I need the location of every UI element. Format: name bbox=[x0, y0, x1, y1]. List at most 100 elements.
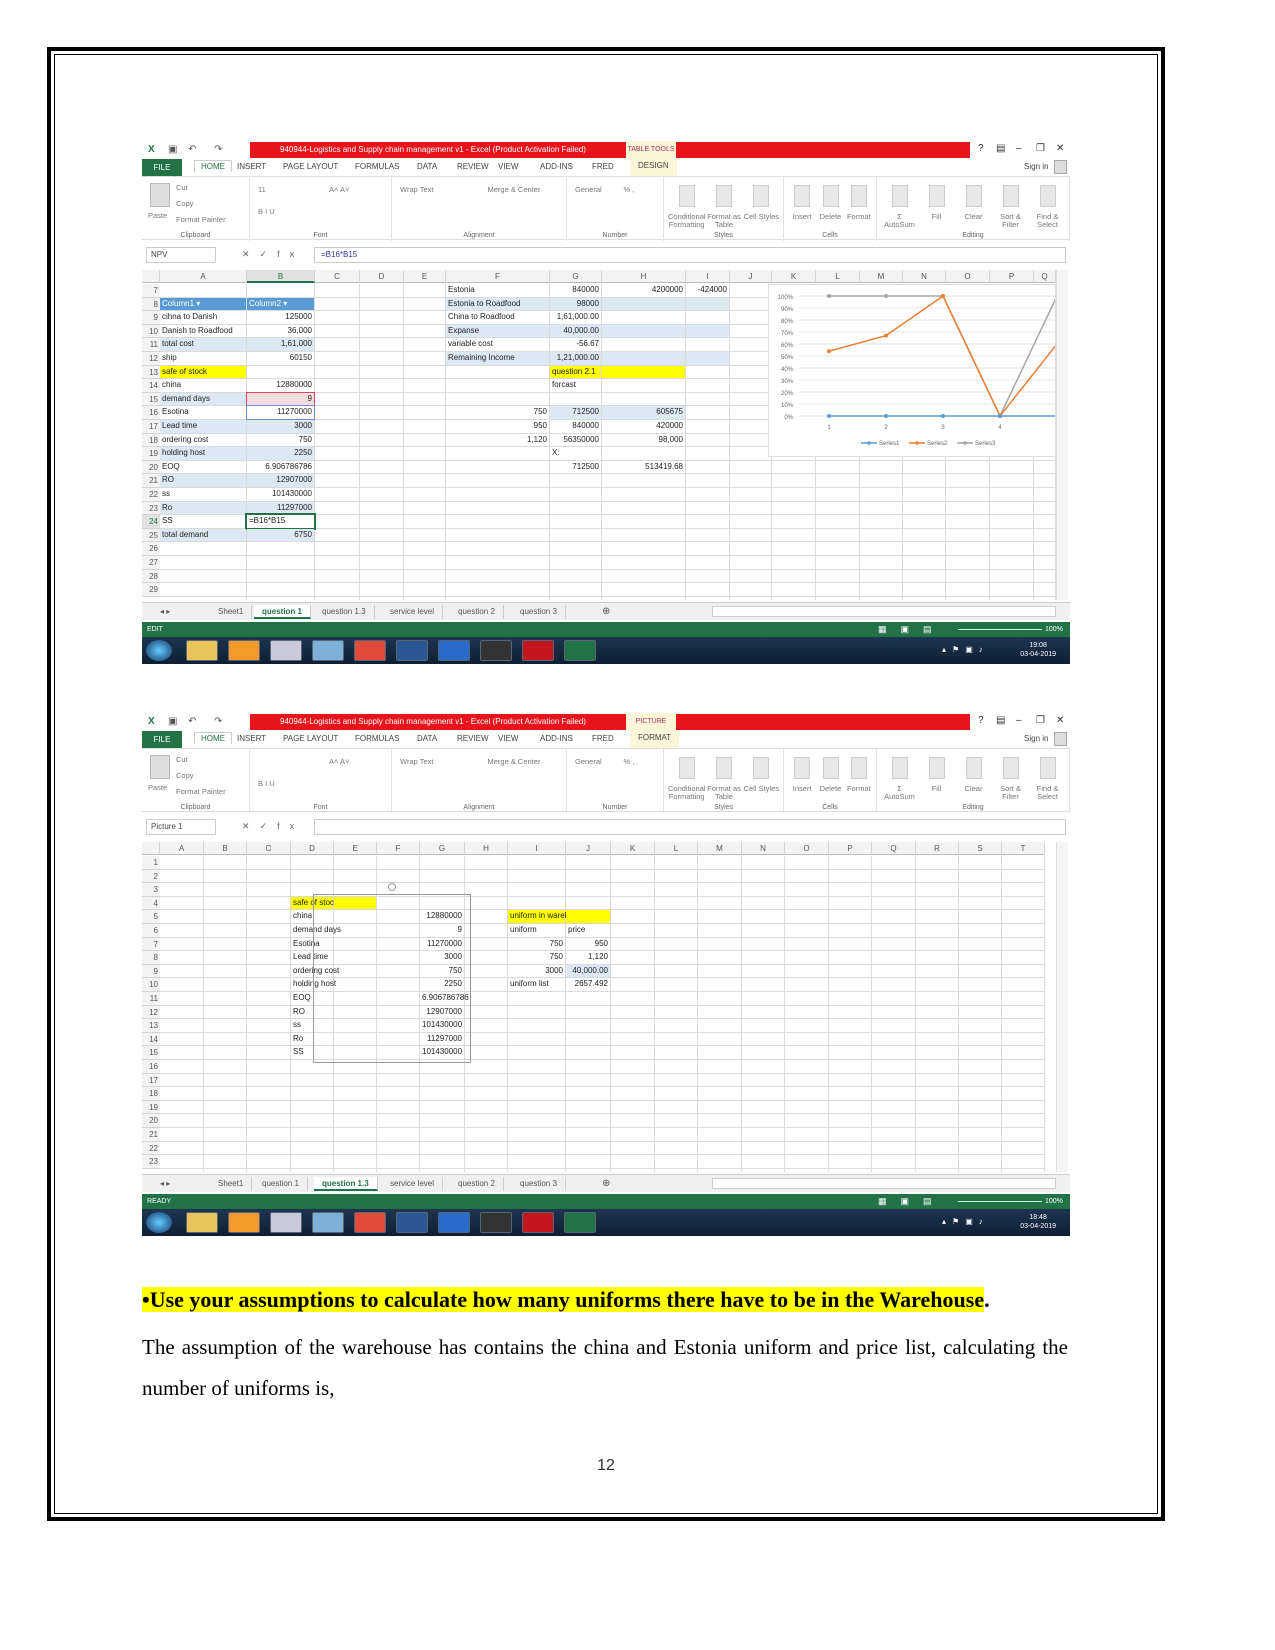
ribbon-button[interactable]: Cut bbox=[176, 755, 188, 764]
restore-icon[interactable]: ❐ bbox=[1036, 143, 1045, 154]
undo-icon[interactable]: ↶ bbox=[188, 716, 196, 727]
row-header-14[interactable]: 14 bbox=[142, 379, 160, 393]
cell-A20[interactable]: EOQ bbox=[160, 461, 246, 474]
cell-I10[interactable]: uniform list bbox=[508, 978, 565, 991]
cell-A17[interactable]: Lead time bbox=[160, 420, 246, 433]
vertical-scrollbar[interactable] bbox=[1056, 842, 1068, 1172]
ribbon-display-icon[interactable]: ▤ bbox=[996, 143, 1005, 154]
column-header-H[interactable]: H bbox=[465, 842, 508, 855]
select-all-corner[interactable] bbox=[142, 270, 160, 283]
ribbon-button[interactable]: Find & Select bbox=[1029, 213, 1066, 229]
cell-G13[interactable]: question 2.1 bbox=[550, 365, 601, 379]
ribbon-button[interactable]: Format as Table bbox=[705, 213, 742, 229]
row-header-3[interactable]: 3 bbox=[142, 883, 160, 897]
row-header-1[interactable]: 1 bbox=[142, 856, 160, 870]
column-header-O[interactable]: O bbox=[946, 270, 990, 283]
file-explorer-icon[interactable] bbox=[186, 1212, 218, 1233]
zoom-slider[interactable] bbox=[958, 1201, 1042, 1202]
ribbon-button[interactable]: Conditional Formatting bbox=[668, 213, 706, 229]
cell-A23[interactable]: Ro bbox=[160, 501, 246, 515]
tab-insert[interactable]: INSERT bbox=[237, 162, 266, 171]
cell-G7[interactable]: 840000 bbox=[550, 284, 601, 297]
media-player-icon[interactable] bbox=[228, 1212, 260, 1233]
ribbon-button[interactable]: Format bbox=[845, 213, 873, 221]
add-sheet-icon[interactable]: ⊕ bbox=[594, 1177, 618, 1191]
row-header-19[interactable]: 19 bbox=[142, 447, 160, 461]
column-header-M[interactable]: M bbox=[698, 842, 742, 855]
k7-antivirus-icon[interactable] bbox=[480, 1212, 512, 1233]
cell-A12[interactable]: ship bbox=[160, 352, 246, 365]
cell-F9[interactable]: China to Roadfood bbox=[446, 311, 549, 324]
row-header-16[interactable]: 16 bbox=[142, 406, 160, 420]
column-header-I[interactable]: I bbox=[508, 842, 566, 855]
minimize-icon[interactable]: – bbox=[1016, 143, 1022, 154]
name-box[interactable]: Picture 1 bbox=[146, 819, 216, 835]
cell-B14[interactable]: 12880000 bbox=[247, 379, 314, 392]
cell-F12[interactable]: Remaining Income bbox=[446, 352, 549, 365]
column-header-Q[interactable]: Q bbox=[1034, 270, 1056, 283]
ribbon-button[interactable]: Wrap Text bbox=[400, 185, 434, 194]
column-header-A[interactable]: A bbox=[160, 842, 204, 855]
line-chart[interactable]: 0% 10% 20% 30% 40% 50% 60% 70% 80% 90% 100% 1 2 3 4 Ser… bbox=[768, 284, 1056, 457]
row-header-9[interactable]: 9 bbox=[142, 311, 160, 325]
cell-A24[interactable]: SS bbox=[160, 515, 246, 528]
column-header-D[interactable]: D bbox=[291, 842, 334, 855]
row-header-17[interactable]: 17 bbox=[142, 420, 160, 434]
tab-view[interactable]: VIEW bbox=[498, 162, 518, 171]
ribbon-button[interactable]: Paste bbox=[148, 783, 167, 792]
ribbon-button[interactable]: A˄ A˅ bbox=[329, 185, 349, 194]
row-header-10[interactable]: 10 bbox=[142, 978, 160, 992]
word-icon[interactable] bbox=[396, 640, 428, 661]
cell-G12[interactable]: 1,21,000.00 bbox=[550, 352, 601, 365]
column-header-N[interactable]: N bbox=[903, 270, 946, 283]
column-header-G[interactable]: G bbox=[550, 270, 602, 283]
paint-icon[interactable] bbox=[270, 640, 302, 661]
ribbon-button[interactable]: Find & Select bbox=[1029, 785, 1066, 801]
start-button[interactable] bbox=[146, 1212, 172, 1233]
cell-A21[interactable]: RO bbox=[160, 474, 246, 487]
cell-B21[interactable]: 12907000 bbox=[247, 474, 314, 487]
column-header-K[interactable]: K bbox=[611, 842, 655, 855]
row-header-6[interactable]: 6 bbox=[142, 924, 160, 938]
formula-input[interactable] bbox=[314, 819, 1066, 835]
cell-B8[interactable]: Column2 ▾ bbox=[247, 297, 314, 311]
column-header-H[interactable]: H bbox=[602, 270, 686, 283]
tab-home[interactable]: HOME bbox=[194, 732, 232, 744]
ribbon-button[interactable]: % , bbox=[624, 185, 635, 194]
cell-I12[interactable] bbox=[686, 352, 729, 365]
row-header-18[interactable]: 18 bbox=[142, 433, 160, 448]
row-header-15[interactable]: 15 bbox=[142, 1046, 160, 1060]
row-header-28[interactable]: 28 bbox=[142, 569, 160, 584]
row-header-29[interactable]: 29 bbox=[142, 583, 160, 597]
row-header-7[interactable]: 7 bbox=[142, 284, 160, 298]
help-icon[interactable]: ? bbox=[978, 143, 984, 154]
sheet-scroll-left[interactable]: ◂ ▸ bbox=[152, 605, 178, 619]
help-icon[interactable]: ? bbox=[978, 715, 984, 726]
column-header-K[interactable]: K bbox=[772, 270, 816, 283]
cell-B11[interactable]: 1,61,000 bbox=[247, 338, 314, 351]
cell-F18[interactable]: 1,120 bbox=[446, 434, 549, 447]
row-header-9[interactable]: 9 bbox=[142, 964, 160, 979]
column-header-F[interactable]: F bbox=[446, 270, 550, 283]
row-header-15[interactable]: 15 bbox=[142, 392, 160, 407]
row-header-16[interactable]: 16 bbox=[142, 1060, 160, 1074]
cell-I6[interactable]: uniform bbox=[508, 924, 565, 937]
row-header-23[interactable]: 23 bbox=[142, 501, 160, 516]
cell-I7[interactable]: 750 bbox=[508, 938, 565, 951]
ribbon-button[interactable]: Clear bbox=[955, 785, 992, 793]
sheet-tab-question-1-3[interactable]: question 1.3 bbox=[314, 1177, 378, 1191]
tab-data[interactable]: DATA bbox=[417, 734, 437, 743]
row-header-4[interactable]: 4 bbox=[142, 896, 160, 911]
cell-A10[interactable]: Danish to Roadfood bbox=[160, 325, 246, 338]
cell-A9[interactable]: cihna to Danish bbox=[160, 311, 246, 324]
row-header-20[interactable]: 20 bbox=[142, 460, 160, 475]
cell-F11[interactable]: variable cost bbox=[446, 338, 549, 351]
cell-G16[interactable]: 712500 bbox=[550, 406, 601, 419]
excel-icon[interactable] bbox=[564, 640, 596, 661]
cell-F17[interactable]: 950 bbox=[446, 420, 549, 433]
sheet-tab-question-3[interactable]: question 3 bbox=[512, 605, 566, 619]
column-header-C[interactable]: C bbox=[315, 270, 360, 283]
ribbon-button[interactable]: Insert bbox=[788, 213, 816, 221]
tab-page-layout[interactable]: PAGE LAYOUT bbox=[283, 162, 338, 171]
notes-icon[interactable] bbox=[312, 640, 344, 661]
